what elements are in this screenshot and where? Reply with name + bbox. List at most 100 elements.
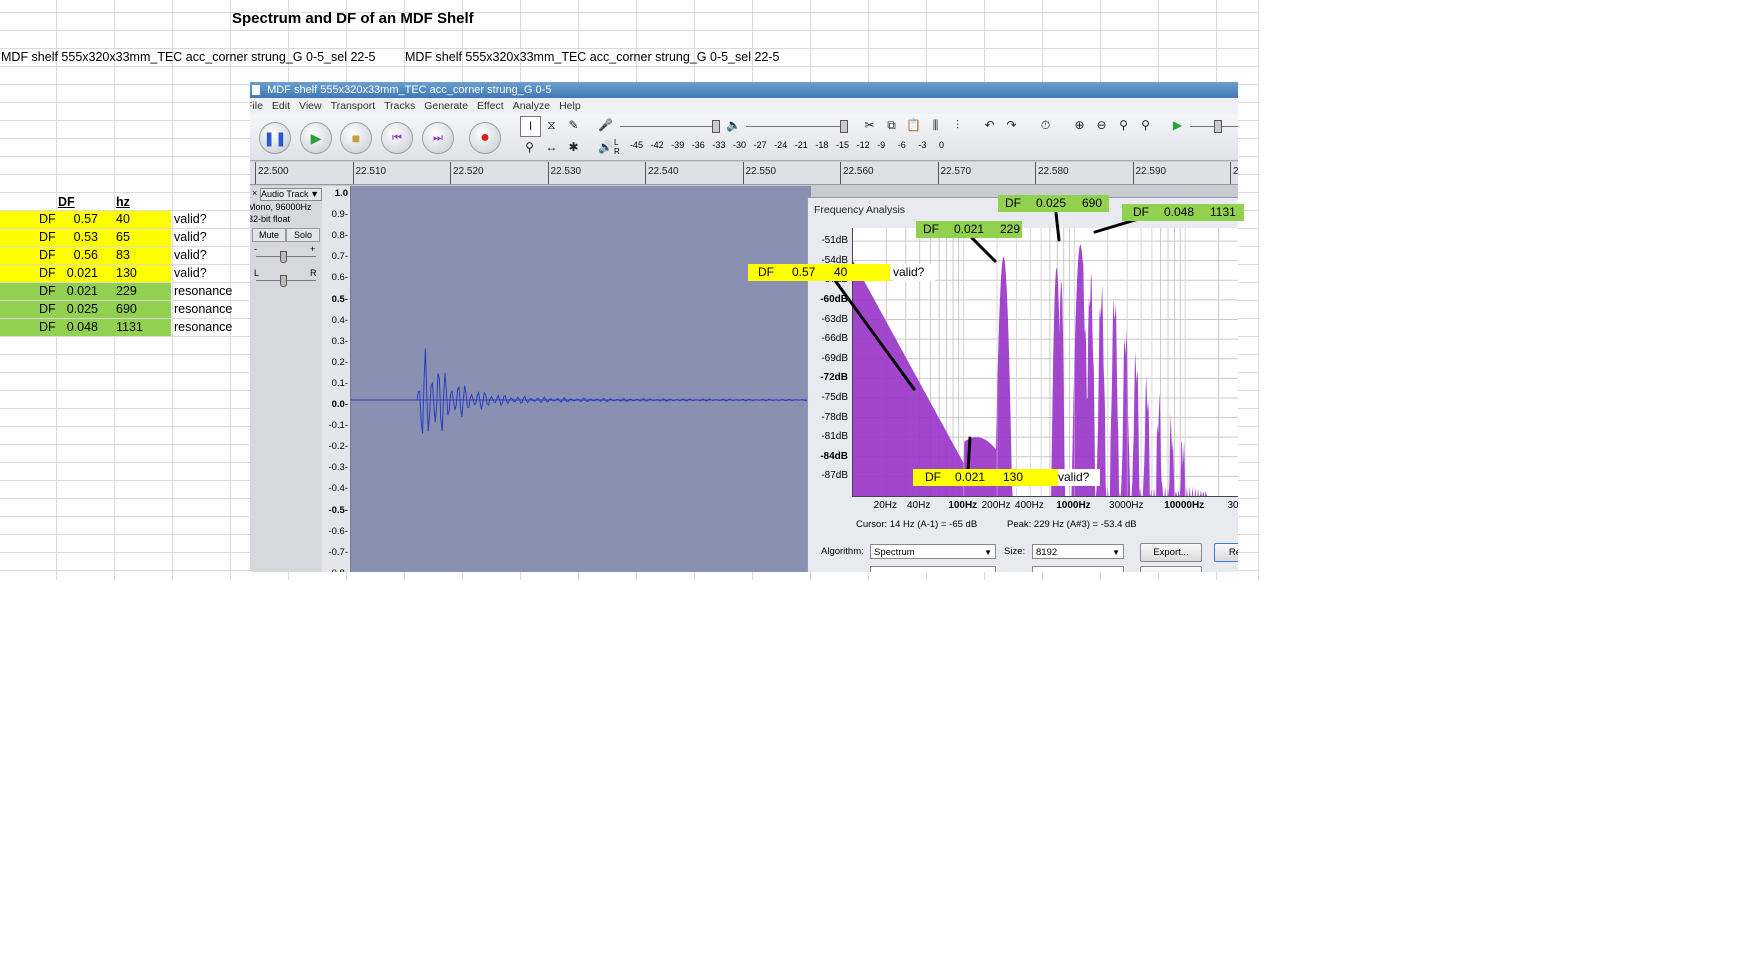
track-close-button[interactable]: × bbox=[252, 188, 260, 198]
undo-icon: ↶ bbox=[984, 118, 995, 132]
draw-tool[interactable]: ✎ bbox=[564, 116, 583, 135]
pan-slider-thumb[interactable] bbox=[280, 275, 287, 287]
export-button[interactable]: Export... bbox=[1140, 543, 1202, 562]
menu-bar: File Edit View Transport Tracks Generate Effec… bbox=[250, 98, 1238, 114]
zoom-tool[interactable]: ⚲ bbox=[520, 138, 539, 157]
zoom-out-button[interactable]: ⊖ bbox=[1092, 116, 1111, 135]
replot-button[interactable]: Re bbox=[1214, 543, 1238, 562]
hz-tick-label: 100Hz bbox=[948, 500, 978, 511]
chevron-down-icon: ▼ bbox=[984, 548, 992, 557]
skip-start-icon: ⏮ bbox=[392, 131, 402, 144]
play-at-speed-button[interactable]: ▶ bbox=[1168, 116, 1187, 135]
trim-button[interactable]: ⫼ bbox=[926, 116, 945, 135]
redo-button[interactable]: ↷ bbox=[1002, 116, 1021, 135]
algorithm-select[interactable]: Spectrum ▼ bbox=[870, 544, 996, 559]
peak-readout: Peak: 229 Hz (A#3) = -53.4 dB bbox=[1007, 519, 1137, 530]
playback-meter[interactable]: -45 -42 -39 -36 -33 -30 -27 -24 -21 -18 -15 -12 -9 -6… bbox=[630, 140, 960, 154]
callout-hz-value: 40 bbox=[834, 265, 848, 279]
menu-file[interactable]: File bbox=[250, 100, 263, 112]
app-icon bbox=[252, 85, 260, 95]
ruler-tick-mark bbox=[450, 162, 451, 184]
scissors-icon: ✂ bbox=[864, 118, 875, 132]
solo-button[interactable]: Solo bbox=[286, 228, 320, 242]
pause-button[interactable]: ❚❚ bbox=[259, 122, 291, 154]
meter-tick: -24 bbox=[774, 140, 788, 150]
play-speed-thumb[interactable] bbox=[1214, 120, 1222, 133]
menu-tracks[interactable]: Tracks bbox=[384, 100, 415, 112]
silence-button[interactable]: ⫶ bbox=[948, 116, 967, 135]
envelope-tool[interactable]: ⧖ bbox=[542, 116, 561, 135]
menu-analyze[interactable]: Analyze bbox=[513, 100, 550, 112]
speaker-icon: 🔈 bbox=[726, 118, 741, 132]
playback-volume-slider[interactable] bbox=[746, 126, 846, 127]
meter-tick: -42 bbox=[650, 140, 664, 150]
gain-slider-thumb[interactable] bbox=[280, 251, 287, 263]
mute-button[interactable]: Mute bbox=[252, 228, 286, 242]
ruler-tick-label: 22.570 bbox=[940, 166, 972, 177]
axis-select[interactable] bbox=[1032, 566, 1124, 572]
waveform-area[interactable] bbox=[351, 186, 811, 572]
record-volume-slider[interactable] bbox=[620, 126, 720, 127]
pause-icon: ❚❚ bbox=[263, 129, 287, 146]
hz-tick-label: 40Hz bbox=[906, 500, 931, 511]
ruler-tick-label: 22.520 bbox=[453, 166, 484, 177]
amplitude-tick: 1.0 bbox=[334, 188, 348, 199]
copy-button[interactable]: ⧉ bbox=[882, 116, 901, 135]
timeshift-tool[interactable]: ↔ bbox=[542, 138, 561, 157]
stop-button[interactable]: ■ bbox=[340, 122, 372, 154]
table-header-df: DF bbox=[58, 195, 75, 209]
menu-generate[interactable]: Generate bbox=[424, 100, 468, 112]
record-volume-thumb[interactable] bbox=[712, 120, 720, 133]
menu-view[interactable]: View bbox=[299, 100, 322, 112]
cut-button[interactable]: ✂ bbox=[860, 116, 879, 135]
hz-tick-label: 400Hz bbox=[1014, 500, 1044, 511]
function-select[interactable] bbox=[870, 566, 996, 572]
trim-icon: ⫼ bbox=[932, 118, 939, 132]
skip-end-button[interactable]: ⏭ bbox=[422, 122, 454, 154]
hz-tick-label: 10000Hz bbox=[1164, 500, 1205, 511]
record-button[interactable]: ● bbox=[469, 122, 501, 154]
row-note: valid? bbox=[174, 230, 207, 244]
zoom-in-button[interactable]: ⊕ bbox=[1070, 116, 1089, 135]
meter-tick: -3 bbox=[918, 140, 927, 150]
size-select[interactable]: 8192 ▼ bbox=[1032, 544, 1124, 559]
amplitude-tick: -0.3- bbox=[328, 462, 348, 474]
sync-lock-button[interactable]: ⏱ bbox=[1036, 116, 1055, 135]
ruler-tick-mark bbox=[1035, 162, 1036, 184]
meter-tick: -9 bbox=[877, 140, 886, 150]
fit-selection-icon: ⚲ bbox=[1119, 118, 1128, 132]
close-button[interactable] bbox=[1140, 566, 1202, 572]
menu-help[interactable]: Help bbox=[559, 100, 581, 112]
timeline-ruler[interactable]: 22.500 22.510 22.520 22.530 22.540 22.550 22.5… bbox=[250, 162, 1238, 185]
hz-tick-label: 30 bbox=[1227, 500, 1238, 511]
ibeam-icon: I bbox=[528, 119, 533, 133]
db-tick-label: -72dB bbox=[820, 372, 848, 384]
row-note: resonance bbox=[174, 320, 233, 334]
annotation-callout: DF 0.025 690 bbox=[998, 195, 1109, 212]
skip-start-button[interactable]: ⏮ bbox=[381, 122, 413, 154]
menu-effect[interactable]: Effect bbox=[477, 100, 504, 112]
multi-tool[interactable]: ✱ bbox=[564, 138, 583, 157]
play-button[interactable]: ▶ bbox=[300, 122, 332, 154]
ruler-tick-label: 22.540 bbox=[648, 166, 679, 177]
envelope-icon: ⧖ bbox=[547, 118, 556, 132]
track-name-dropdown[interactable]: Audio Track ▼ bbox=[260, 188, 322, 201]
fit-selection-button[interactable]: ⚲ bbox=[1114, 116, 1133, 135]
undo-button[interactable]: ↶ bbox=[980, 116, 999, 135]
meter-tick: -45 bbox=[630, 140, 644, 150]
gain-minus: - bbox=[254, 244, 257, 254]
pan-right-label: R bbox=[310, 268, 317, 278]
playback-volume-thumb[interactable] bbox=[840, 120, 848, 133]
row-df-value: 0.57 bbox=[73, 212, 98, 226]
track-info-rate: Mono, 96000Hz bbox=[250, 202, 312, 212]
timeshift-icon: ↔ bbox=[545, 140, 558, 154]
row-hz-value: 229 bbox=[116, 284, 137, 298]
fit-project-button[interactable]: ⚲ bbox=[1136, 116, 1155, 135]
magnifier-icon: ⚲ bbox=[525, 140, 534, 154]
selection-tool[interactable]: I bbox=[520, 116, 541, 137]
callout-label: DF bbox=[1005, 196, 1021, 210]
mic-icon: 🎤 bbox=[598, 118, 613, 132]
paste-button[interactable]: 📋 bbox=[904, 116, 923, 135]
menu-edit[interactable]: Edit bbox=[272, 100, 290, 112]
menu-transport[interactable]: Transport bbox=[331, 100, 376, 112]
